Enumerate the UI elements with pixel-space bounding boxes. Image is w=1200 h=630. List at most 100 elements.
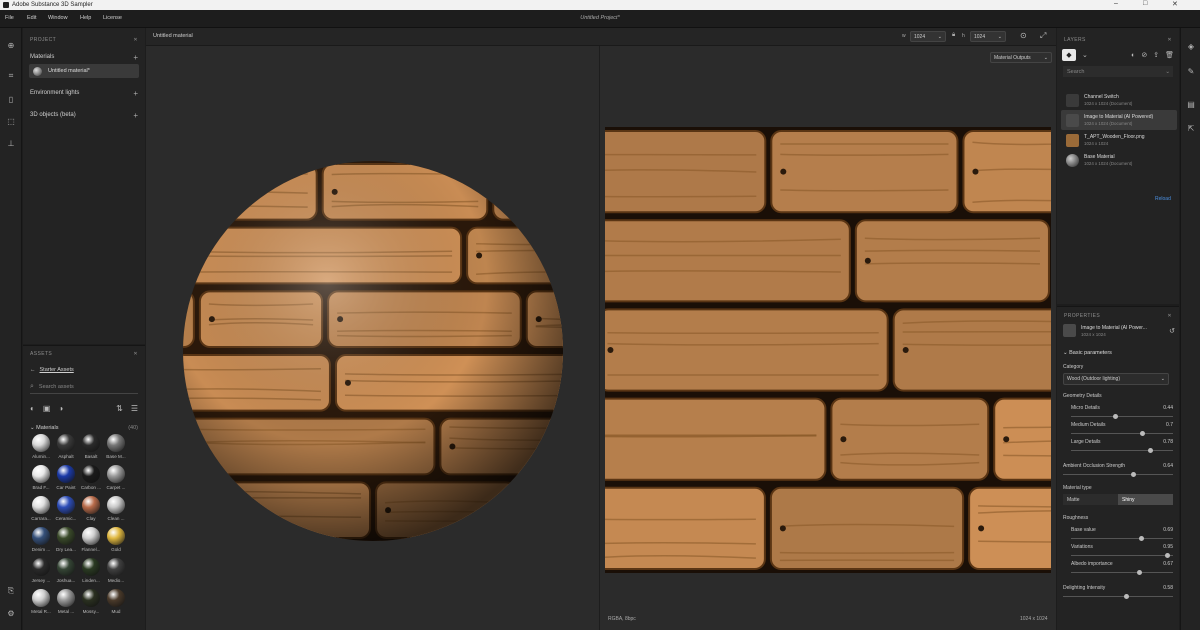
asset-thumbnail[interactable]: Carrara... [30, 496, 52, 527]
asset-thumbnail[interactable]: Asphalt [55, 434, 77, 465]
category-select[interactable]: Wood (Outdoor lighting) ⌄ [1063, 373, 1169, 385]
delighting-intensity-slider[interactable]: Delighting Intensity 0.58 [1063, 585, 1173, 599]
settings-icon[interactable]: ⚙ [0, 605, 22, 621]
slider-handle[interactable] [1138, 536, 1144, 541]
asset-thumbnail[interactable]: Jersey ... [30, 558, 52, 589]
filter-icon[interactable]: ⊘ [1141, 51, 1147, 59]
large-details-slider[interactable]: Large Details 0.78 [1063, 439, 1173, 453]
slider-handle[interactable] [1130, 472, 1136, 477]
sort-icon[interactable]: ⇅ [116, 404, 123, 413]
asset-thumbnail[interactable]: Basalt [80, 434, 102, 465]
crop-icon[interactable]: ⌗ [0, 68, 22, 84]
maximize-button[interactable]: □ [1143, 0, 1147, 7]
camera-icon[interactable]: ⊙ [1020, 31, 1027, 40]
asset-thumbnail[interactable]: Flannel... [80, 527, 102, 558]
asset-thumbnail[interactable]: Carbon ... [80, 465, 102, 496]
material-item[interactable]: Untitled material* [29, 64, 139, 78]
asset-thumbnail[interactable]: Gold [105, 527, 127, 558]
chevron-down-icon[interactable]: ⌄ [1082, 51, 1088, 59]
layer-item[interactable]: Base Material 1024 x 1024 (Document) [1061, 150, 1177, 170]
reload-link[interactable]: Reload [1155, 196, 1171, 202]
ambient-occlusion-slider[interactable]: Ambient Occlusion Strength 0.64 [1063, 463, 1173, 477]
layers-icon[interactable]: ◈ [1181, 38, 1200, 54]
micro-details-slider[interactable]: Micro Details 0.44 [1063, 405, 1173, 419]
slider-handle[interactable] [1113, 414, 1119, 419]
asset-thumbnail[interactable]: Alumin... [30, 434, 52, 465]
delete-icon[interactable]: 🗑︎ [1165, 51, 1174, 59]
layers-search[interactable]: Search ⌄ [1063, 66, 1173, 77]
assets-search[interactable]: ⌕ Search assets [30, 381, 138, 394]
image-filter-icon[interactable]: ▣ [43, 404, 51, 413]
variations-slider[interactable]: Variations 0.95 [1063, 544, 1173, 558]
asset-thumbnail[interactable]: Denim ... [30, 527, 52, 558]
add-environment-icon[interactable]: + [133, 89, 138, 98]
assets-search-input[interactable]: Search assets [39, 384, 74, 390]
asset-thumbnail[interactable]: Base M... [105, 434, 127, 465]
list-view-icon[interactable]: ☰ [131, 404, 138, 413]
slider-handle[interactable] [1136, 570, 1142, 575]
width-select[interactable]: 1024 ⌄ [910, 31, 946, 42]
asset-thumbnail[interactable]: Metal ... [55, 589, 77, 620]
base-value-slider[interactable]: Base value 0.69 [1063, 527, 1173, 541]
layer-item[interactable]: T_APT_Wooden_Floor.png 1024 x 1024 [1061, 130, 1177, 150]
fullscreen-icon[interactable]: ⤢ [1040, 31, 1046, 41]
close-properties-icon[interactable]: ✕ [1167, 313, 1172, 319]
menu-help[interactable]: Help [80, 15, 91, 21]
asset-thumbnail[interactable]: Mossy... [80, 589, 102, 620]
menu-window[interactable]: Window [48, 15, 68, 21]
basic-parameters-section[interactable]: ⌄ Basic parameters [1063, 350, 1112, 356]
asset-thumbnail[interactable]: Joshua... [55, 558, 77, 589]
document-icon[interactable]: ▯ [0, 91, 22, 107]
reset-icon[interactable]: ↺ [1169, 327, 1175, 335]
close-assets-icon[interactable]: ✕ [133, 351, 138, 357]
asset-thumbnail[interactable]: Metal R... [30, 589, 52, 620]
properties-icon[interactable]: ▤ [1181, 96, 1200, 112]
back-arrow-icon[interactable]: ← [30, 367, 36, 373]
asset-thumbnail[interactable]: Clean ... [105, 496, 127, 527]
close-layers-icon[interactable]: ✕ [1167, 37, 1172, 43]
close-window-button[interactable]: ✕ [1172, 0, 1178, 8]
material-filter-icon[interactable]: ◐ [30, 404, 35, 413]
stamp-icon[interactable]: ⊥ [0, 135, 22, 151]
mask-icon[interactable]: ◐ [1131, 52, 1135, 59]
add-object-icon[interactable]: + [133, 111, 138, 120]
slider-handle[interactable] [1139, 431, 1145, 436]
asset-thumbnail[interactable]: Car Paint [55, 465, 77, 496]
materials-section[interactable]: ⌄ Materials [30, 425, 58, 431]
brush-icon[interactable]: ✎ [1181, 63, 1200, 79]
layer-item-selected[interactable]: Image to Material (AI Powered) 1024 x 102… [1061, 110, 1177, 130]
add-layer-button[interactable]: ◆ [1062, 49, 1076, 61]
add-icon[interactable]: ⊕ [0, 37, 22, 53]
asset-thumbnail[interactable]: Dry Lea... [55, 527, 77, 558]
shiny-option[interactable]: Shiny [1118, 494, 1173, 505]
asset-thumbnail[interactable]: Ceramic... [55, 496, 77, 527]
menu-file[interactable]: File [5, 15, 14, 21]
layer-item[interactable]: Channel Switch 1024 x 1024 (Document) [1061, 90, 1177, 110]
matte-option[interactable]: Matte [1063, 494, 1118, 505]
export-icon[interactable]: ⎘ [0, 583, 22, 599]
slider-handle[interactable] [1124, 594, 1130, 599]
export-layer-icon[interactable]: ⇪ [1153, 51, 1159, 59]
medium-details-slider[interactable]: Medium Details 0.7 [1063, 422, 1173, 436]
slider-handle[interactable] [1148, 448, 1154, 453]
material-outputs-dropdown[interactable]: Material Outputs ⌄ [990, 52, 1052, 63]
asset-thumbnail[interactable]: Brad F... [30, 465, 52, 496]
frame-icon[interactable]: ⬚ [0, 113, 22, 129]
slider-handle[interactable] [1165, 553, 1171, 558]
asset-thumbnail[interactable]: Medio... [105, 558, 127, 589]
asset-thumbnail[interactable]: Carpet ... [105, 465, 127, 496]
menu-license[interactable]: License [103, 15, 122, 21]
asset-thumbnail[interactable]: Mud [105, 589, 127, 620]
menu-edit[interactable]: Edit [27, 15, 36, 21]
share-icon[interactable]: ⇱ [1181, 120, 1200, 136]
environment-filter-icon[interactable]: ◑ [58, 404, 63, 413]
asset-thumbnail[interactable]: Clay [80, 496, 102, 527]
layers-search-input[interactable]: Search [1067, 69, 1084, 75]
asset-thumbnail[interactable]: Linden... [80, 558, 102, 589]
add-material-icon[interactable]: + [133, 53, 138, 62]
albedo-importance-slider[interactable]: Albedo importance 0.67 [1063, 561, 1173, 575]
close-project-icon[interactable]: ✕ [133, 37, 138, 43]
lock-icon[interactable]: 🔒︎ [952, 32, 955, 39]
height-select[interactable]: 1024 ⌄ [970, 31, 1006, 42]
starter-assets-link[interactable]: Starter Assets [40, 367, 74, 373]
